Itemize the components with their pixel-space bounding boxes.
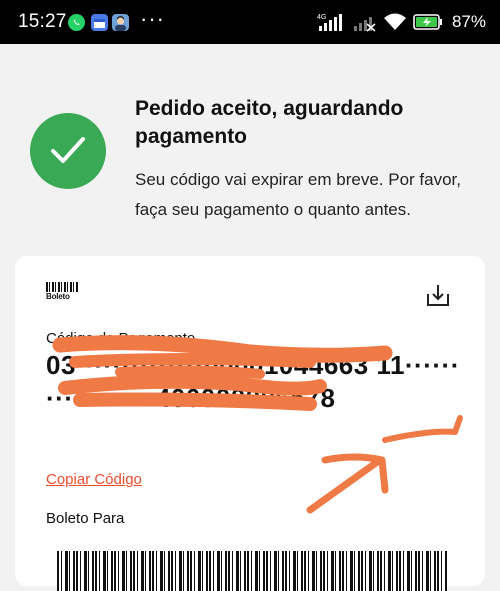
network-type-label: 4G bbox=[317, 14, 326, 21]
payment-barcode bbox=[57, 551, 447, 591]
download-icon bbox=[427, 285, 449, 306]
status-bar: 15:27 ··· 4G 87% bbox=[0, 0, 500, 44]
signal-icon: 4G bbox=[317, 14, 342, 31]
download-button[interactable] bbox=[425, 282, 451, 308]
payment-code-label: Código de Pagamento bbox=[46, 330, 196, 347]
status-time: 15:27 bbox=[18, 11, 67, 32]
copy-code-link[interactable]: Copiar Código bbox=[46, 471, 142, 488]
page-subtitle: Seu código vai expirar em breve. Por fav… bbox=[135, 170, 461, 219]
no-signal-icon bbox=[353, 17, 376, 32]
battery-icon bbox=[413, 14, 442, 30]
battery-percent: 87% bbox=[451, 12, 486, 31]
more-notifications-icon: ··· bbox=[140, 6, 165, 31]
status-right-group: 4G 87% bbox=[317, 10, 486, 34]
boleto-barcode-icon bbox=[46, 282, 78, 292]
calendar-icon bbox=[91, 14, 108, 31]
boleto-logo-text: Boleto bbox=[46, 292, 70, 301]
boleto-para-label: Boleto Para bbox=[46, 510, 125, 527]
boleto-logo: Boleto bbox=[46, 282, 78, 302]
success-check-icon bbox=[30, 113, 106, 189]
avatar-icon bbox=[112, 14, 129, 31]
whatsapp-icon bbox=[68, 14, 85, 31]
boleto-card: Boleto Código de Pagamento 03···········… bbox=[15, 256, 485, 591]
page-title: Pedido aceito, aguardando pagamento bbox=[135, 97, 404, 148]
wifi-icon bbox=[383, 13, 406, 30]
payment-code-value: 03··············00001044663 11··········… bbox=[46, 350, 460, 413]
